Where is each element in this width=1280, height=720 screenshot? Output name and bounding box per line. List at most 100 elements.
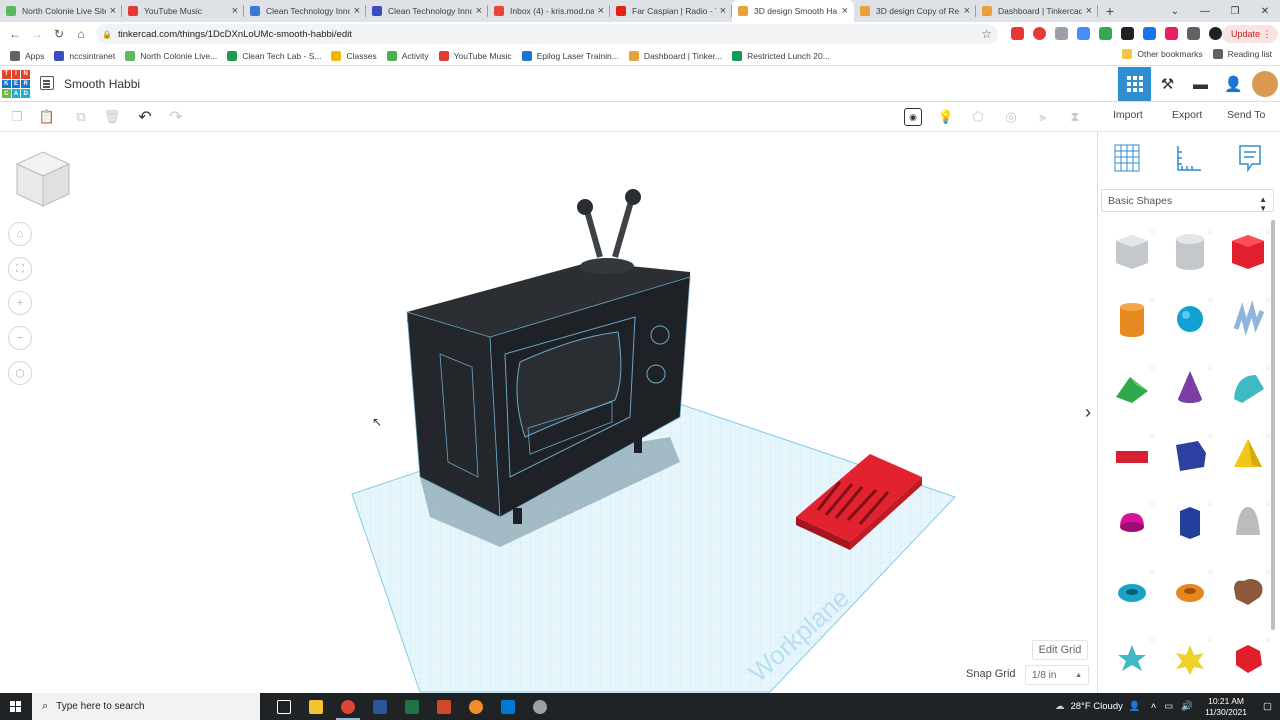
profile-down-icon[interactable]: ⌄ [1160, 0, 1190, 22]
docs-extension-icon[interactable] [1055, 27, 1068, 40]
reading-list[interactable]: Reading list [1212, 49, 1272, 59]
favorite-star-icon[interactable]: ☆ [1207, 363, 1214, 372]
mirror-icon[interactable]: ⧗ [1066, 108, 1084, 126]
favorite-star-icon[interactable]: ☆ [1149, 635, 1156, 644]
shape-cylinder[interactable]: ☆ [1112, 295, 1156, 339]
browser-tab[interactable]: Clean Technology Inno... × [366, 0, 488, 22]
bookmark-item[interactable]: YouTube Music [438, 50, 512, 61]
shape-icon[interactable]: ⬠ [969, 108, 987, 126]
taskbar-word[interactable] [364, 693, 396, 720]
tab-close-icon[interactable]: × [842, 5, 848, 17]
fit-view-icon[interactable]: ⛶ [8, 257, 32, 281]
bookmark-item[interactable]: Clean Tech Lab - S... [227, 50, 321, 61]
cast-extension-icon[interactable] [1165, 27, 1178, 40]
bookmark-item[interactable]: Dashboard | Tinker... [628, 50, 722, 61]
shape-heart[interactable]: ☆ [1228, 567, 1272, 611]
zoom-out-icon[interactable]: − [8, 326, 32, 350]
tab-close-icon[interactable]: × [964, 5, 970, 17]
profile-icon[interactable] [1209, 27, 1222, 40]
browser-tab[interactable]: Dashboard | Tinkercad × [976, 0, 1098, 22]
person-icon[interactable]: 👤 [1129, 701, 1141, 712]
undo-icon[interactable]: ↶ [136, 108, 154, 126]
favorite-star-icon[interactable]: ☆ [1149, 363, 1156, 372]
forward-button[interactable]: → [26, 27, 48, 41]
shape-scribble[interactable]: ☆ [1228, 295, 1272, 339]
zoom-in-icon[interactable]: + [8, 291, 32, 315]
shape-category-select[interactable]: Basic Shapes ▲ ▼ [1101, 189, 1274, 213]
blocks-view-button[interactable]: ⚒ [1151, 67, 1184, 101]
design-name[interactable]: Smooth Habbi [64, 77, 140, 91]
shape-star[interactable]: ☆ [1112, 635, 1156, 679]
grammar-extension-icon[interactable] [1143, 27, 1156, 40]
screen-extension-icon[interactable] [1121, 27, 1134, 40]
add-user-button[interactable]: 👤 [1217, 67, 1250, 101]
taskbar-search[interactable]: ⌕ Type here to search [32, 693, 260, 720]
clock[interactable]: 10:21 AM 11/30/2021 [1205, 696, 1247, 718]
tab-close-icon[interactable]: × [1086, 5, 1092, 17]
shape-roof[interactable]: ☆ [1112, 363, 1156, 407]
drive-extension-icon[interactable] [1077, 27, 1090, 40]
notes-tool-icon[interactable] [1238, 144, 1262, 172]
favorite-star-icon[interactable]: ☆ [1207, 635, 1214, 644]
taskbar-sketch-app[interactable] [460, 693, 492, 720]
export-button[interactable]: Export [1172, 109, 1202, 121]
volume-icon[interactable]: 🔊 [1181, 701, 1193, 712]
shape-polygon[interactable]: ☆ [1170, 499, 1214, 543]
browser-tab[interactable]: 3D design Copy of Re... × [854, 0, 976, 22]
close-window-button[interactable]: ✕ [1250, 0, 1280, 22]
up-arrow-icon[interactable]: ˄ [1151, 701, 1157, 712]
shape-cone[interactable]: ☆ [1170, 363, 1214, 407]
bulb-icon[interactable]: 💡 [937, 108, 955, 126]
notifications-icon[interactable]: ▢ [1263, 701, 1272, 712]
weather-text[interactable]: 28°F Cloudy [1070, 701, 1122, 712]
copy-icon[interactable]: ❐ [8, 108, 26, 126]
favorite-star-icon[interactable]: ☆ [1149, 567, 1156, 576]
start-button[interactable] [0, 693, 32, 720]
shape-half-sphere[interactable]: ☆ [1112, 499, 1156, 543]
favorite-star-icon[interactable]: ☆ [1149, 295, 1156, 304]
ortho-view-icon[interactable]: ⬡ [8, 361, 32, 385]
bookmark-star-icon[interactable]: ☆ [981, 27, 992, 41]
favorite-star-icon[interactable]: ☆ [1207, 227, 1214, 236]
shape-box-hole[interactable]: ☆ [1112, 227, 1156, 271]
snap-grid-select[interactable]: 1/8 in ▲ [1025, 665, 1089, 685]
tab-close-icon[interactable]: × [110, 5, 116, 17]
taskbar-task-view[interactable] [268, 693, 300, 720]
browser-tab[interactable]: Far Caspian | Radio - Y... × [610, 0, 732, 22]
favorite-star-icon[interactable]: ☆ [1207, 295, 1214, 304]
shape-tube[interactable]: ☆ [1170, 567, 1214, 611]
favorite-star-icon[interactable]: ☆ [1207, 499, 1214, 508]
3d-viewport[interactable]: Workplane ⌂ ⛶ + − ⬡ ↖ [0, 132, 1097, 693]
edit-grid-button[interactable]: Edit Grid [1032, 640, 1088, 660]
bookmark-item[interactable]: Classes [331, 50, 377, 61]
reload-button[interactable]: ↻ [48, 27, 70, 41]
bookmark-item[interactable]: nccsintranet [54, 50, 115, 61]
favorite-star-icon[interactable]: ☆ [1207, 431, 1214, 440]
taskbar-excel[interactable] [396, 693, 428, 720]
paste-icon[interactable]: 📋 [38, 108, 56, 126]
favorite-star-icon[interactable]: ☆ [1265, 635, 1272, 644]
update-button[interactable]: Update ⋮ [1222, 25, 1278, 43]
send-to-button[interactable]: Send To [1227, 109, 1265, 121]
favorite-star-icon[interactable]: ☆ [1149, 499, 1156, 508]
bookmark-item[interactable]: Epilog Laser Trainin... [521, 50, 619, 61]
back-button[interactable]: ← [4, 27, 26, 41]
adblock-extension-icon[interactable] [1011, 27, 1024, 40]
favorite-star-icon[interactable]: ☆ [1149, 227, 1156, 236]
shape-pyramid[interactable]: ☆ [1228, 431, 1272, 475]
favorite-star-icon[interactable]: ☆ [1149, 431, 1156, 440]
tab-close-icon[interactable]: × [720, 5, 726, 17]
notes-icon[interactable]: ◉ [904, 108, 922, 126]
bookmark-item[interactable]: North Colonie Live... [125, 50, 217, 61]
other-bookmarks[interactable]: Other bookmarks [1122, 49, 1203, 59]
tab-close-icon[interactable]: × [476, 5, 482, 17]
home-button[interactable]: ⌂ [70, 27, 92, 41]
bookmark-item[interactable]: Apps [10, 50, 44, 61]
shape-star-6[interactable]: ☆ [1170, 635, 1214, 679]
browser-tab[interactable]: Clean Technology Inno... × [244, 0, 366, 22]
collapse-panel-icon[interactable]: › [1085, 402, 1091, 423]
tab-close-icon[interactable]: × [598, 5, 604, 17]
tab-close-icon[interactable]: × [232, 5, 238, 17]
restore-button[interactable]: ❐ [1220, 0, 1250, 22]
ruler-tool-icon[interactable] [1174, 144, 1202, 172]
